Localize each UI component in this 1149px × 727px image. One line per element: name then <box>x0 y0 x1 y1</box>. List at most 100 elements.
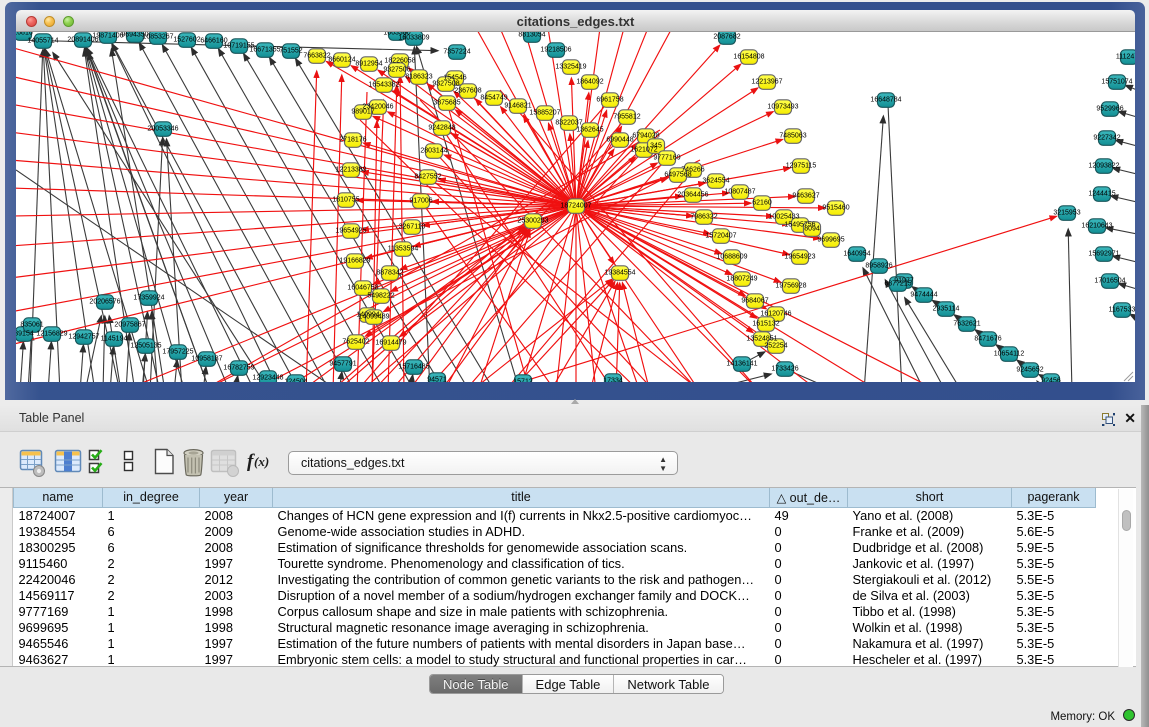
svg-text:19654925: 19654925 <box>335 228 366 235</box>
svg-text:6794028: 6794028 <box>632 133 659 140</box>
svg-text:15712: 15712 <box>513 379 533 383</box>
svg-text:16782759: 16782759 <box>223 365 254 372</box>
svg-text:345: 345 <box>650 143 662 150</box>
svg-text:8427552: 8427552 <box>414 174 441 181</box>
svg-text:2718176: 2718176 <box>339 137 366 144</box>
svg-text:19871406: 19871406 <box>92 33 123 40</box>
svg-text:17016504: 17016504 <box>1094 278 1125 285</box>
svg-text:15692971: 15692971 <box>1088 251 1119 258</box>
svg-text:94571: 94571 <box>427 377 447 383</box>
svg-text:16543382: 16543382 <box>368 82 399 89</box>
svg-text:18724007: 18724007 <box>560 203 591 210</box>
svg-text:17359924: 17359924 <box>133 295 164 302</box>
svg-text:9515460: 9515460 <box>822 205 849 212</box>
svg-text:19756928: 19756928 <box>775 283 806 290</box>
svg-text:15885207: 15885207 <box>529 110 560 117</box>
svg-text:12975115: 12975115 <box>786 163 817 170</box>
svg-text:9529966: 9529966 <box>1096 106 1123 113</box>
svg-text:20364456: 20364456 <box>677 192 708 199</box>
svg-text:2803144: 2803144 <box>420 148 447 155</box>
svg-text:9699695: 9699695 <box>817 237 844 244</box>
svg-text:17334: 17334 <box>603 378 623 383</box>
svg-text:20053346: 20053346 <box>147 126 178 133</box>
svg-text:989017: 989017 <box>351 109 374 116</box>
svg-text:5498222: 5498222 <box>367 293 394 300</box>
svg-text:1640954: 1640954 <box>843 251 870 258</box>
svg-text:6961758: 6961758 <box>596 97 623 104</box>
svg-text:10958187: 10958187 <box>191 356 222 363</box>
svg-text:10688609: 10688609 <box>716 254 747 261</box>
svg-text:8912954: 8912954 <box>355 61 382 68</box>
svg-text:8186323: 8186323 <box>405 74 432 81</box>
svg-text:9242848: 9242848 <box>428 125 455 132</box>
svg-text:835061: 835061 <box>20 322 43 329</box>
svg-text:252254: 252254 <box>764 343 787 350</box>
svg-text:6877215: 6877215 <box>884 281 911 288</box>
svg-text:6497568: 6497568 <box>664 172 691 179</box>
svg-text:25300293: 25300293 <box>517 218 548 225</box>
svg-text:3624554: 3624554 <box>702 178 729 185</box>
svg-text:14055714: 14055714 <box>27 38 58 45</box>
svg-text:7357224: 7357224 <box>443 49 470 56</box>
svg-text:7485063: 7485063 <box>779 133 806 140</box>
svg-text:8094: 8094 <box>804 226 820 233</box>
svg-text:3215953: 3215953 <box>1053 210 1080 217</box>
svg-text:20975867: 20975867 <box>114 322 145 329</box>
svg-text:12156829: 12156829 <box>36 331 67 338</box>
svg-text:9463627: 9463627 <box>792 193 819 200</box>
svg-text:2087682: 2087682 <box>713 34 740 41</box>
svg-text:16671355: 16671355 <box>249 47 280 54</box>
svg-text:8660124: 8660124 <box>328 57 355 64</box>
svg-text:16914479: 16914479 <box>375 340 406 347</box>
svg-text:15720407: 15720407 <box>705 233 736 240</box>
svg-text:1244415: 1244415 <box>1088 191 1115 198</box>
svg-text:18226058: 18226058 <box>384 58 415 65</box>
svg-text:10025433: 10025433 <box>768 214 799 221</box>
svg-text:14099489: 14099489 <box>358 314 389 321</box>
svg-text:917006: 917006 <box>409 198 432 205</box>
svg-text:12213967: 12213967 <box>751 79 782 86</box>
svg-text:16816: 16816 <box>16 32 33 37</box>
svg-text:16210643: 16210643 <box>1081 223 1112 230</box>
svg-text:1810755: 1810755 <box>332 197 359 204</box>
svg-text:13524851: 13524851 <box>746 336 777 343</box>
svg-text:11353594: 11353594 <box>388 246 419 253</box>
svg-text:7955812: 7955812 <box>613 114 640 121</box>
svg-text:16648784: 16648784 <box>870 97 901 104</box>
svg-text:16120746: 16120746 <box>760 311 791 318</box>
svg-text:9227342: 9227342 <box>1093 135 1120 142</box>
svg-text:1112473: 1112473 <box>1116 54 1135 61</box>
svg-text:(x): (x) <box>254 454 269 469</box>
svg-text:10654112: 10654112 <box>994 351 1025 358</box>
svg-text:3267110: 3267110 <box>399 224 426 231</box>
svg-text:9474444: 9474444 <box>910 292 937 299</box>
svg-text:19654923: 19654923 <box>784 254 815 261</box>
svg-text:13325419: 13325419 <box>555 64 586 71</box>
svg-text:7632621: 7632621 <box>953 321 980 328</box>
svg-text:6990448: 6990448 <box>606 137 633 144</box>
svg-text:8471676: 8471676 <box>974 336 1001 343</box>
svg-text:7986322: 7986322 <box>690 214 717 221</box>
svg-text:7663822: 7663822 <box>303 53 330 60</box>
svg-text:1733426: 1733426 <box>771 366 798 373</box>
svg-text:9146821: 9146821 <box>504 103 531 110</box>
svg-text:16154808: 16154808 <box>733 54 764 61</box>
svg-text:12942757: 12942757 <box>68 334 99 341</box>
svg-text:12923448: 12923448 <box>252 375 283 382</box>
svg-text:8454749: 8454749 <box>480 95 507 102</box>
svg-text:1362645: 1362645 <box>576 127 603 134</box>
svg-text:7625402: 7625402 <box>342 339 369 346</box>
svg-text:19384554: 19384554 <box>604 270 635 277</box>
svg-text:20206576: 20206576 <box>89 299 120 306</box>
svg-text:1167533: 1167533 <box>1109 307 1135 314</box>
svg-text:1145194: 1145194 <box>101 336 128 343</box>
svg-text:1864092: 1864092 <box>576 79 603 86</box>
svg-text:9684067: 9684067 <box>741 298 768 305</box>
svg-text:12093822: 12093822 <box>1088 163 1119 170</box>
svg-text:15751074: 15751074 <box>1101 79 1132 86</box>
svg-text:124504: 124504 <box>284 379 307 383</box>
svg-text:8813054: 8813054 <box>518 32 545 39</box>
svg-text:19218506: 19218506 <box>540 47 571 54</box>
svg-text:8878342: 8878342 <box>376 270 403 277</box>
svg-text:12505135: 12505135 <box>130 343 161 350</box>
